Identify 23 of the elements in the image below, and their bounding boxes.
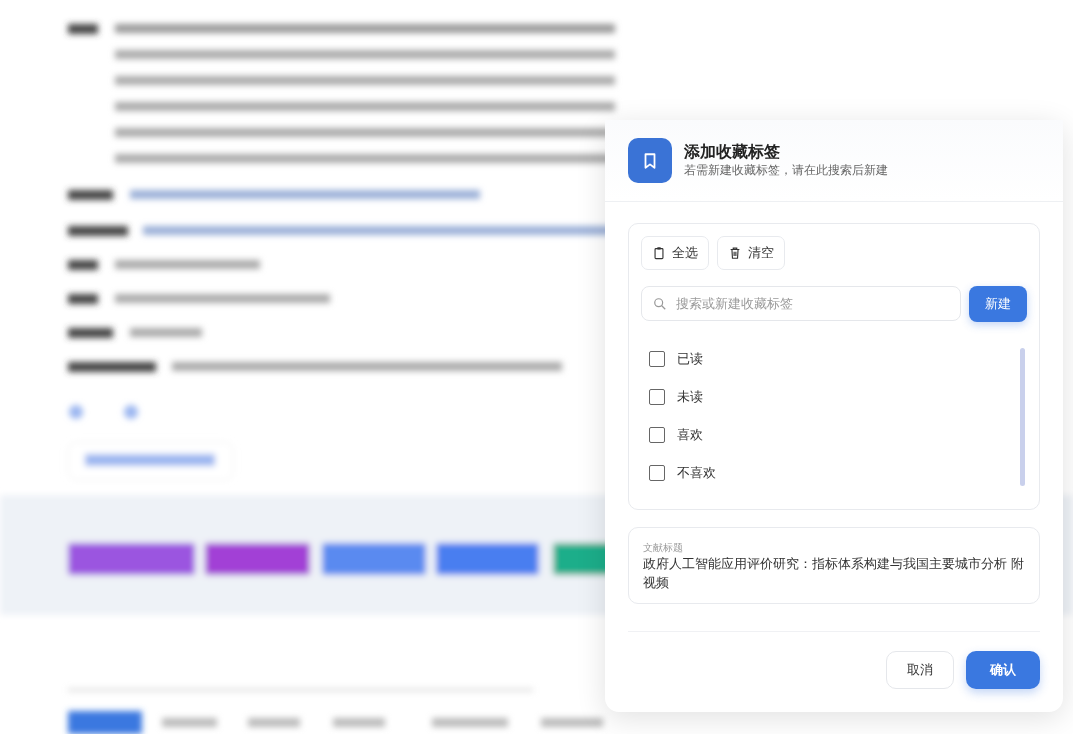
tag-label[interactable]: 喜欢 — [677, 424, 703, 445]
select-all-button[interactable]: 全选 — [641, 236, 709, 270]
trash-icon — [728, 245, 742, 260]
tag-label[interactable]: 不喜欢 — [677, 462, 716, 483]
clipboard-icon — [652, 245, 666, 260]
tag-label[interactable]: 已读 — [677, 348, 703, 369]
checkbox[interactable] — [649, 464, 665, 481]
scrollbar-thumb[interactable] — [1020, 347, 1025, 486]
cancel-button[interactable]: 取消 — [886, 651, 954, 689]
dialog-subtitle: 若需新建收藏标签，请在此搜索后新建 — [684, 162, 888, 180]
create-button[interactable]: 新建 — [969, 285, 1027, 322]
tag-label[interactable]: 未读 — [677, 386, 703, 407]
clear-button[interactable]: 清空 — [717, 236, 785, 270]
dialog-title: 添加收藏标签 — [684, 141, 781, 162]
checkbox[interactable] — [649, 426, 665, 443]
checkbox[interactable] — [649, 350, 665, 367]
confirm-button[interactable]: 确认 — [966, 651, 1040, 689]
field-label: 文献标题 — [643, 541, 684, 555]
checkbox[interactable] — [649, 388, 665, 405]
bookmark-icon — [628, 138, 672, 183]
search-field[interactable]: 搜索或新建收藏标签 — [641, 286, 961, 321]
document-title: 政府人工智能应用评价研究：指标体系构建与我国主要城市分析 附视频 — [643, 555, 1025, 592]
search-icon — [653, 297, 667, 311]
